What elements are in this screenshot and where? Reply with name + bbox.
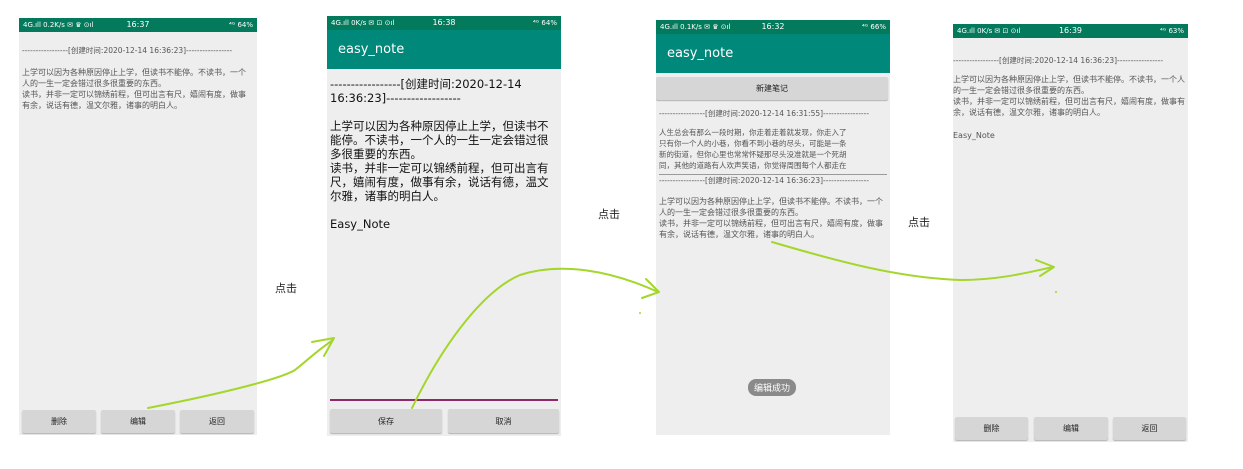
stray-mark bbox=[639, 312, 641, 314]
arrow-3 bbox=[771, 241, 1054, 281]
arrow-1 bbox=[147, 339, 334, 409]
flow-arrows bbox=[147, 241, 1057, 409]
stray-mark bbox=[1055, 291, 1057, 293]
arrow-2 bbox=[411, 267, 659, 409]
